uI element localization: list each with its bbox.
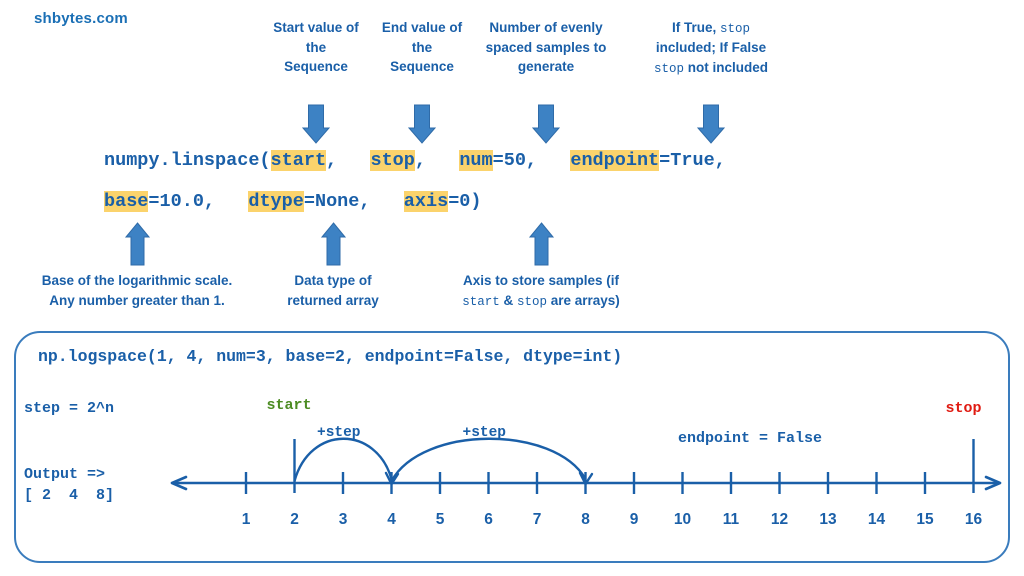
signature-param: stop — [370, 150, 415, 171]
down-arrow-endpoint-icon — [696, 104, 726, 151]
callout-base: Base of the logarithmic scale. Any number… — [41, 273, 233, 308]
callout-num: Number of evenly spaced samples to generat… — [485, 20, 607, 75]
tick-label: 13 — [819, 511, 837, 528]
number-line-svg — [170, 437, 1002, 494]
signature-param: dtype — [248, 191, 304, 212]
tick-label: 1 — [241, 511, 251, 528]
tick-label: 16 — [964, 511, 983, 528]
callout-axis: Axis to store samples (if start & stop ar… — [462, 273, 620, 309]
down-arrow-num-icon — [531, 104, 561, 151]
tick-label: 5 — [435, 511, 445, 528]
signature-text: , — [414, 150, 460, 171]
tick-label: 12 — [770, 511, 789, 528]
down-arrow-start-icon — [301, 104, 331, 151]
signature-text: =True, — [659, 150, 726, 171]
signature-param: endpoint — [570, 150, 660, 171]
tick-label: 2 — [290, 511, 299, 528]
brand-watermark: shbytes.com — [34, 10, 128, 27]
tick-label: 10 — [673, 511, 692, 528]
signature-text: =0) — [448, 191, 482, 212]
signature-line-2: base=10.0, dtype=None, axis=0) — [104, 191, 482, 212]
callout-stop: End value of the Sequence — [381, 20, 463, 75]
up-arrow-dtype-icon — [320, 222, 347, 273]
signature-line-1: numpy.linspace(start, stop, num=50, endp… — [104, 150, 726, 171]
tick-label: 11 — [722, 511, 740, 528]
up-arrow-axis-icon — [528, 222, 555, 273]
tick-label: 7 — [532, 511, 542, 528]
signature-text: , — [326, 150, 371, 171]
callout-start: Start value of the Sequence — [273, 20, 359, 75]
up-arrow-base-icon — [124, 222, 151, 273]
tick-label: 14 — [867, 511, 886, 528]
signature-param: axis — [403, 191, 449, 212]
signature-param: base — [104, 191, 149, 212]
tick-label: 8 — [581, 511, 590, 528]
signature-text: =10.0, — [148, 191, 249, 212]
tick-label: 6 — [484, 511, 493, 528]
down-arrow-stop-icon — [407, 104, 437, 151]
signature-text: numpy.linspace( — [104, 150, 271, 171]
tick-label: 4 — [387, 511, 396, 528]
tick-label: 3 — [338, 511, 348, 528]
signature-param: num — [459, 150, 493, 171]
callout-endpoint: If True, stop included; If False stop not … — [653, 20, 768, 76]
signature-param: start — [270, 150, 327, 171]
infographic-root: shbytes.com Start value of the Sequence End… — [0, 0, 1024, 576]
callout-dtype: Data type of returned array — [287, 273, 379, 308]
tick-label: 9 — [629, 511, 639, 528]
signature-text: =50, — [492, 150, 571, 171]
signature-text: =None, — [303, 191, 404, 212]
tick-label: 15 — [916, 511, 934, 528]
